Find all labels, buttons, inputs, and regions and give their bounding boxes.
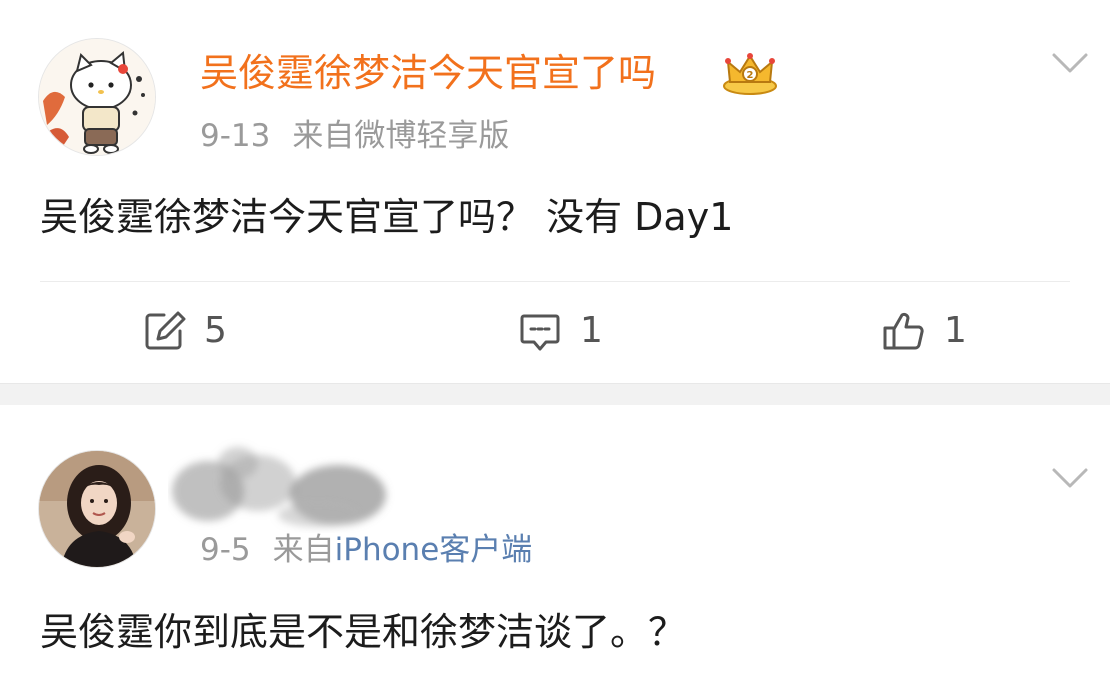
- post-card: 吴俊霆徐梦洁今天官宣了吗 2 9-13 来自微博轻享版 吴俊霆徐梦洁今天官宣了吗？…: [0, 0, 1110, 383]
- post-source-prefix: 来自: [272, 532, 335, 568]
- like-button[interactable]: 1: [882, 306, 967, 356]
- username[interactable]: 吴俊霆徐梦洁今天官宣了吗: [200, 48, 656, 98]
- avatar[interactable]: [38, 450, 156, 568]
- post-card: 9-5 来自iPhone客户端 吴俊霆你到底是不是和徐梦洁谈了。？: [0, 405, 1110, 696]
- repost-button[interactable]: 5: [142, 306, 227, 356]
- chevron-down-icon[interactable]: [1050, 465, 1090, 491]
- post-date: 9-13: [200, 118, 271, 154]
- like-count: 1: [944, 310, 967, 351]
- post-text: 吴俊霆徐梦洁今天官宣了吗？ 没有 Day1: [40, 195, 734, 239]
- svg-text:2: 2: [747, 70, 754, 81]
- repost-icon: [145, 311, 186, 350]
- comment-icon: [520, 314, 560, 351]
- cartoon-cat-avatar-icon: [39, 39, 155, 155]
- comment-count: 1: [580, 310, 603, 351]
- post-source-link[interactable]: iPhone客户端: [335, 532, 533, 568]
- chevron-down-icon[interactable]: [1050, 50, 1090, 76]
- comment-button[interactable]: 1: [518, 306, 603, 356]
- redacted-username: [172, 447, 386, 527]
- post-meta: 9-13 来自微博轻享版: [200, 116, 509, 156]
- thumbs-up-icon: [883, 312, 924, 350]
- avatar[interactable]: [38, 38, 156, 156]
- feed-separator: [0, 383, 1110, 405]
- post-date: 9-5: [200, 532, 251, 568]
- post-source: 来自微博轻享版: [292, 118, 510, 154]
- post-meta: 9-5 来自iPhone客户端: [200, 530, 532, 570]
- crown-badge-icon[interactable]: 2: [722, 52, 778, 96]
- repost-count: 5: [204, 310, 227, 351]
- post-text: 吴俊霆你到底是不是和徐梦洁谈了。？: [40, 610, 687, 654]
- profile-photo-avatar-icon: [39, 451, 155, 567]
- divider: [40, 281, 1070, 282]
